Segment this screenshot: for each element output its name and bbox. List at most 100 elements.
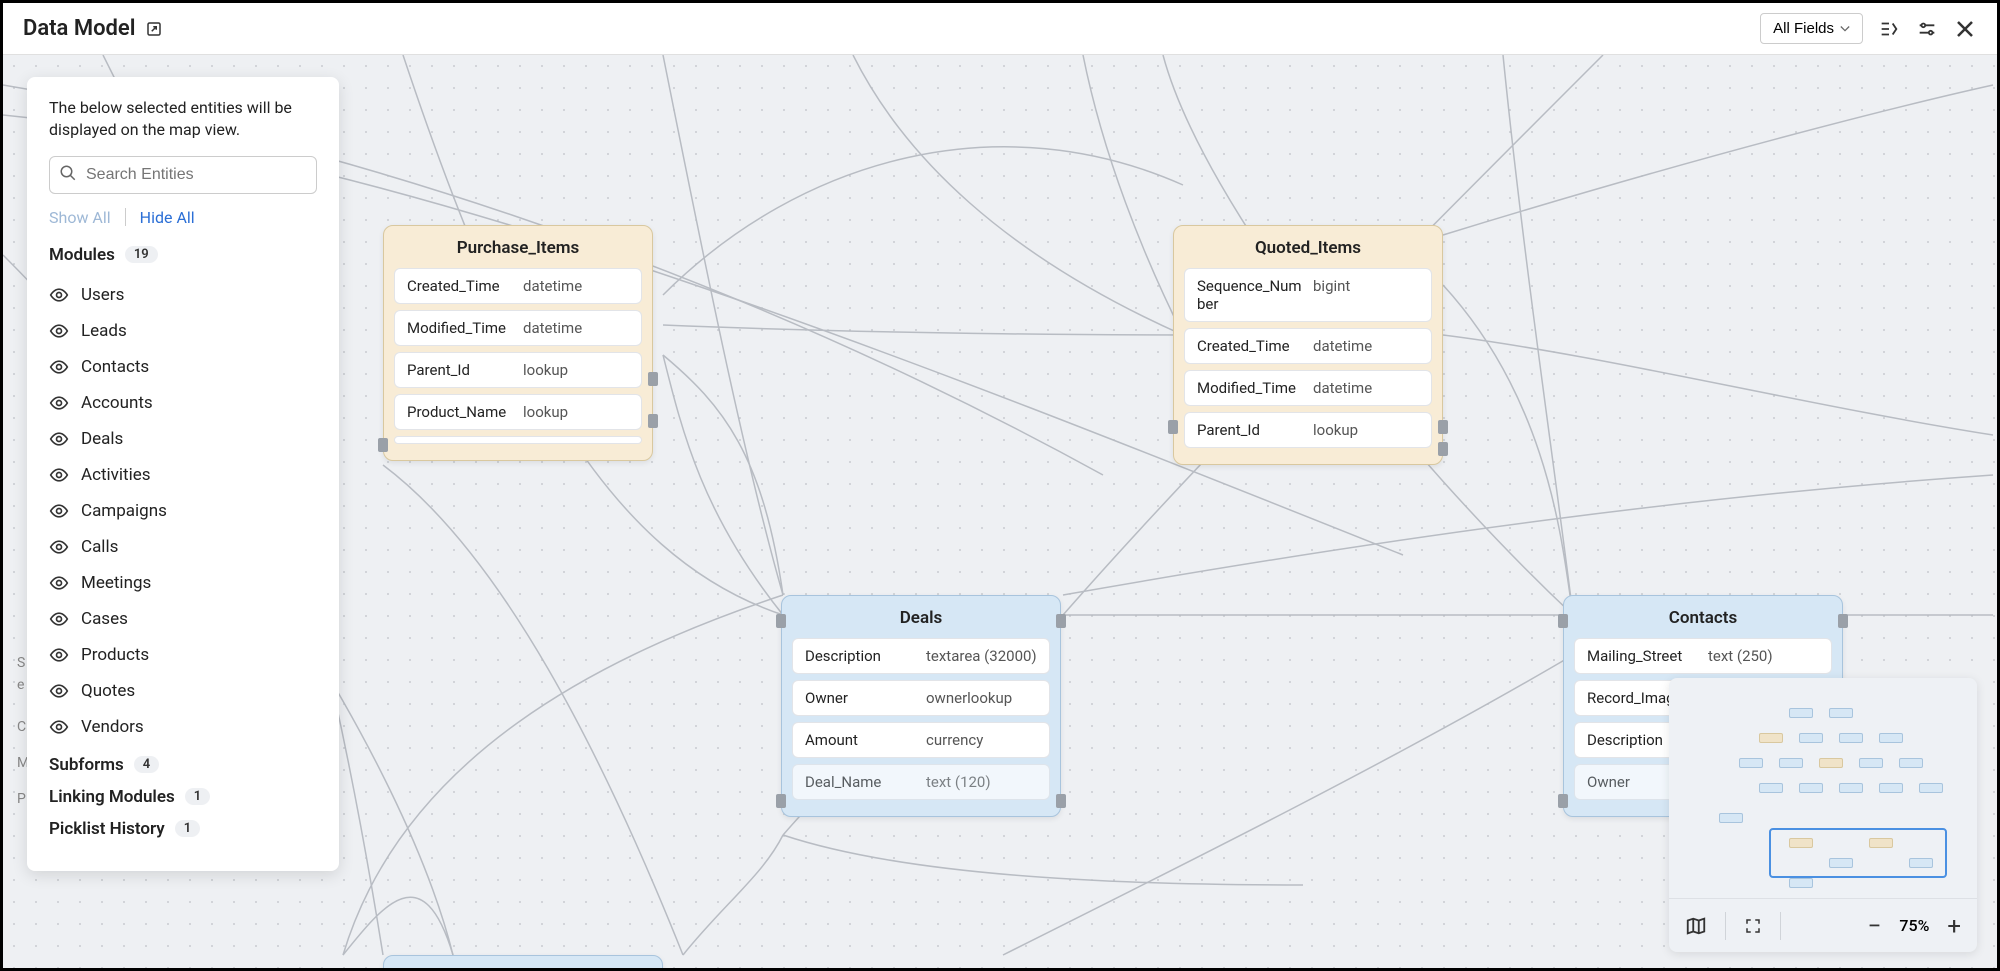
connector bbox=[378, 438, 388, 452]
connector bbox=[1558, 794, 1568, 808]
eye-icon bbox=[49, 465, 69, 485]
field-row[interactable]: Parent_Idlookup bbox=[394, 352, 642, 388]
module-label: Accounts bbox=[81, 393, 153, 413]
header-left: Data Model bbox=[23, 16, 163, 41]
connector bbox=[1056, 794, 1066, 808]
entity-title: Quoted_Items bbox=[1174, 226, 1442, 268]
eye-icon bbox=[49, 501, 69, 521]
field-row[interactable]: Ownerownerlookup bbox=[792, 680, 1050, 716]
count-badge: 4 bbox=[134, 756, 159, 773]
map-icon[interactable] bbox=[1685, 915, 1707, 937]
show-all-link[interactable]: Show All bbox=[49, 208, 111, 227]
entity-title: Invoices bbox=[384, 956, 662, 968]
zoom-in-button[interactable]: + bbox=[1947, 912, 1961, 940]
count-badge: 19 bbox=[125, 246, 158, 263]
connector bbox=[1168, 420, 1178, 434]
eye-icon bbox=[49, 537, 69, 557]
section-subforms[interactable]: Subforms 4 bbox=[49, 755, 317, 775]
module-item[interactable]: Meetings bbox=[49, 565, 317, 601]
module-label: Calls bbox=[81, 537, 118, 557]
module-item[interactable]: Activities bbox=[49, 457, 317, 493]
entity-invoices[interactable]: Invoices Ownerownerlookup bbox=[383, 955, 663, 968]
module-item[interactable]: Leads bbox=[49, 313, 317, 349]
field-row[interactable]: Created_Timedatetime bbox=[1184, 328, 1432, 364]
connector bbox=[1558, 614, 1568, 628]
entity-purchase-items[interactable]: Purchase_Items Created_Timedatetime Modi… bbox=[383, 225, 653, 461]
count-badge: 1 bbox=[175, 820, 200, 837]
fullscreen-icon[interactable] bbox=[1744, 917, 1762, 935]
module-item[interactable]: Campaigns bbox=[49, 493, 317, 529]
viewport-indicator[interactable] bbox=[1769, 828, 1947, 878]
all-fields-dropdown[interactable]: All Fields bbox=[1760, 13, 1863, 44]
field-row[interactable]: Deal_Nametext (120) bbox=[792, 764, 1050, 800]
field-row[interactable]: Modified_Timedatetime bbox=[1184, 370, 1432, 406]
section-linking[interactable]: Linking Modules 1 bbox=[49, 787, 317, 807]
zoom-out-button[interactable]: − bbox=[1868, 912, 1882, 940]
field-row[interactable]: Created_Timedatetime bbox=[394, 268, 642, 304]
module-item[interactable]: Deals bbox=[49, 421, 317, 457]
close-button[interactable] bbox=[1953, 17, 1977, 41]
eye-icon bbox=[49, 285, 69, 305]
section-picklist[interactable]: Picklist History 1 bbox=[49, 819, 317, 839]
module-item[interactable]: Quotes bbox=[49, 673, 317, 709]
eye-icon bbox=[49, 429, 69, 449]
entity-quoted-items[interactable]: Quoted_Items Sequence_Numberbigint Creat… bbox=[1173, 225, 1443, 465]
entity-title: Contacts bbox=[1564, 596, 1842, 638]
field-row[interactable]: Modified_Timedatetime bbox=[394, 310, 642, 346]
entity-title: Deals bbox=[782, 596, 1060, 638]
divider bbox=[125, 208, 126, 226]
eye-icon bbox=[49, 393, 69, 413]
all-fields-label: All Fields bbox=[1773, 20, 1834, 37]
eye-icon bbox=[49, 321, 69, 341]
module-list: Users Leads Contacts Accounts Deals Activitie… bbox=[49, 277, 317, 745]
open-external-icon[interactable] bbox=[145, 20, 163, 38]
module-label: Contacts bbox=[81, 357, 149, 377]
field-row[interactable]: Product_Namelookup bbox=[394, 394, 642, 430]
field-row[interactable] bbox=[394, 436, 642, 444]
search-icon bbox=[59, 164, 77, 186]
module-label: Meetings bbox=[81, 573, 151, 593]
module-item[interactable]: Calls bbox=[49, 529, 317, 565]
module-label: Deals bbox=[81, 429, 123, 449]
chevron-down-icon bbox=[1840, 25, 1850, 33]
module-item[interactable]: Accounts bbox=[49, 385, 317, 421]
zoom-value: 75% bbox=[1899, 916, 1929, 935]
module-item[interactable]: Users bbox=[49, 277, 317, 313]
entity-deals[interactable]: Deals Descriptiontextarea (32000) Ownero… bbox=[781, 595, 1061, 817]
eye-icon bbox=[49, 573, 69, 593]
zoom-controls: − 75% + bbox=[1868, 912, 1961, 940]
hide-all-link[interactable]: Hide All bbox=[140, 208, 195, 227]
eye-icon bbox=[49, 645, 69, 665]
module-label: Leads bbox=[81, 321, 127, 341]
field-row[interactable]: Sequence_Numberbigint bbox=[1184, 268, 1432, 322]
entity-title: Purchase_Items bbox=[384, 226, 652, 268]
entities-panel: The below selected entities will be disp… bbox=[27, 77, 339, 871]
module-item[interactable]: Contacts bbox=[49, 349, 317, 385]
module-item[interactable]: Cases bbox=[49, 601, 317, 637]
field-row[interactable]: Mailing_Streettext (250) bbox=[1574, 638, 1832, 674]
entity-fields: Descriptiontextarea (32000) Ownerownerlo… bbox=[782, 638, 1060, 816]
settings-icon[interactable] bbox=[1915, 17, 1939, 41]
connector bbox=[776, 614, 786, 628]
minimap[interactable]: − 75% + bbox=[1669, 678, 1977, 952]
eye-icon bbox=[49, 717, 69, 737]
module-label: Cases bbox=[81, 609, 128, 629]
eye-icon bbox=[49, 681, 69, 701]
module-label: Products bbox=[81, 645, 149, 665]
section-modules[interactable]: Modules 19 bbox=[49, 245, 317, 265]
show-hide-row: Show All Hide All bbox=[49, 208, 317, 227]
search-wrap bbox=[49, 156, 317, 194]
module-label: Quotes bbox=[81, 681, 135, 701]
field-row[interactable]: Amountcurrency bbox=[792, 722, 1050, 758]
search-input[interactable] bbox=[49, 156, 317, 194]
connector bbox=[776, 794, 786, 808]
panel-description: The below selected entities will be disp… bbox=[49, 97, 317, 142]
eye-icon bbox=[49, 609, 69, 629]
module-item[interactable]: Vendors bbox=[49, 709, 317, 745]
minimap-view[interactable] bbox=[1669, 678, 1977, 898]
count-badge: 1 bbox=[185, 788, 210, 805]
module-item[interactable]: Products bbox=[49, 637, 317, 673]
layout-icon[interactable] bbox=[1877, 17, 1901, 41]
field-row[interactable]: Descriptiontextarea (32000) bbox=[792, 638, 1050, 674]
field-row[interactable]: Parent_Idlookup bbox=[1184, 412, 1432, 448]
